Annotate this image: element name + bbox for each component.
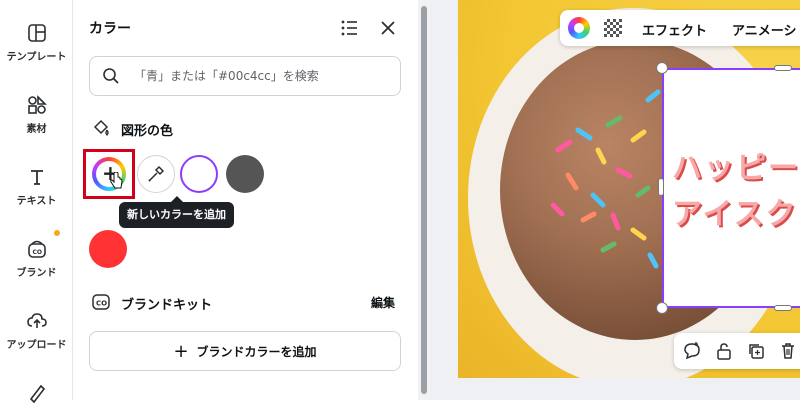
resize-handle-bottom-left[interactable] xyxy=(656,302,668,314)
brand-kit-title: ブランドキット xyxy=(121,298,213,313)
color-swatch-red[interactable] xyxy=(89,230,127,268)
rail-item-templates[interactable]: テンプレート xyxy=(0,22,73,63)
design-text[interactable]: ハッピー アイスクリ xyxy=(672,146,800,238)
text-color-icon[interactable] xyxy=(568,17,590,39)
object-toolbar xyxy=(674,333,800,369)
selected-text-element[interactable]: ハッピー アイスクリ xyxy=(662,68,800,308)
rail-item-label: テキスト xyxy=(16,196,57,207)
rail-item-uploads[interactable]: アップロード xyxy=(0,310,73,351)
pen-icon xyxy=(29,384,45,404)
color-swatch-dark-gray[interactable] xyxy=(226,155,264,193)
rail-item-draw[interactable] xyxy=(0,382,73,404)
add-brand-color-button[interactable]: + ブランドカラーを追加 xyxy=(89,331,401,371)
add-new-color-button[interactable]: + xyxy=(83,149,135,199)
design-text-line-1: ハッピー xyxy=(672,151,800,186)
color-search[interactable] xyxy=(89,56,401,96)
rail-item-label: 素材 xyxy=(26,124,47,135)
context-toolbar: エフェクト アニメーシ xyxy=(560,10,800,46)
search-icon xyxy=(103,68,119,84)
notification-dot xyxy=(54,230,60,236)
transparency-icon[interactable] xyxy=(604,19,622,37)
brand-kit-icon: CO xyxy=(92,294,110,310)
templates-icon xyxy=(27,24,46,42)
color-swatch-violet-outline[interactable] xyxy=(180,155,218,193)
add-brand-color-label: ブランドカラーを追加 xyxy=(196,344,317,359)
resize-handle-top[interactable] xyxy=(774,65,792,71)
close-icon[interactable] xyxy=(378,18,398,38)
shape-colors-title: 図形の色 xyxy=(121,124,174,139)
elements-icon xyxy=(27,95,47,114)
tooltip: 新しいカラーを追加 xyxy=(119,196,234,228)
panel-title: カラー xyxy=(89,21,131,37)
panel-scrollbar[interactable] xyxy=(418,0,430,400)
color-panel: カラー 図形の色 + 新しいカラーを追加 色 CO ブランドキット 編集 + ブ… xyxy=(73,0,418,400)
left-rail: テンプレート 素材 テキスト CO ブランド アップロード xyxy=(0,0,73,404)
rail-item-label: テンプレート xyxy=(6,52,67,63)
rail-item-label: ブランド xyxy=(16,268,57,279)
design-text-line-2: アイスクリ xyxy=(672,197,800,232)
svg-text:CO: CO xyxy=(32,249,42,256)
search-input[interactable] xyxy=(134,66,390,86)
scroll-thumb[interactable] xyxy=(421,6,427,394)
text-icon xyxy=(30,170,43,185)
eyedropper-icon xyxy=(148,165,165,182)
resize-handle-top-left[interactable] xyxy=(656,62,668,74)
lock-icon[interactable] xyxy=(714,341,734,361)
duplicate-icon[interactable] xyxy=(746,341,766,361)
add-comment-icon[interactable] xyxy=(682,341,702,361)
resize-handle-left[interactable] xyxy=(658,178,664,196)
svg-text:CO: CO xyxy=(96,300,107,308)
brand-icon: CO xyxy=(27,240,46,258)
rail-item-brand[interactable]: CO ブランド xyxy=(0,238,73,279)
list-view-icon[interactable] xyxy=(339,18,359,38)
brand-kit-edit-link[interactable]: 編集 xyxy=(371,294,395,311)
canvas-area: ハッピー アイスクリ エフェクト アニメーシ xyxy=(430,0,800,400)
rail-item-elements[interactable]: 素材 xyxy=(0,94,73,135)
plus-icon: + xyxy=(173,340,189,362)
eyedropper-button[interactable] xyxy=(137,155,175,193)
rail-item-text[interactable]: テキスト xyxy=(0,166,73,236)
hand-cursor-icon xyxy=(110,172,123,189)
design-page[interactable]: ハッピー アイスクリ xyxy=(458,0,800,378)
animation-button[interactable]: アニメーシ xyxy=(732,20,796,39)
cloud-upload-icon xyxy=(26,313,47,328)
trash-icon[interactable] xyxy=(778,341,798,361)
rail-item-label: アップロード xyxy=(6,340,67,351)
resize-handle-bottom[interactable] xyxy=(774,305,792,311)
paint-bucket-icon xyxy=(93,119,109,136)
effects-button[interactable]: エフェクト xyxy=(642,20,707,39)
